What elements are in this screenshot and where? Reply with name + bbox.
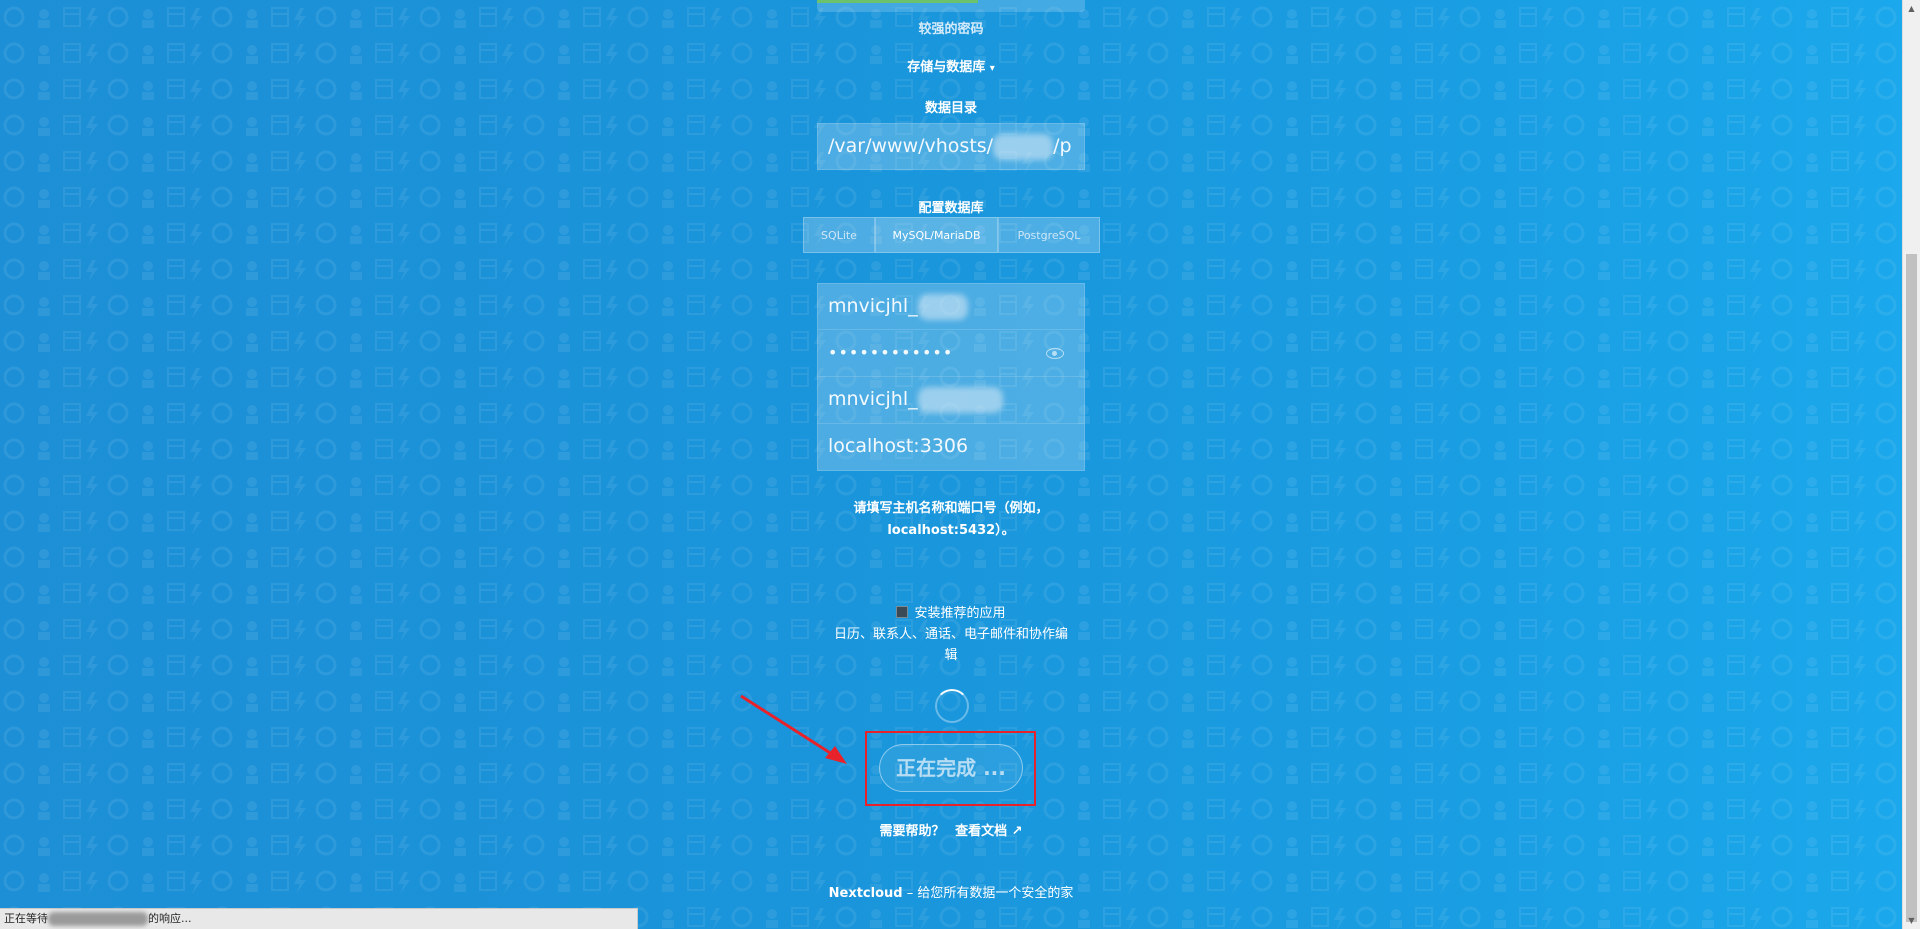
redacted-dbname-segment — [917, 386, 1003, 413]
data-directory-input[interactable]: /var/www/vhosts/ /p — [817, 123, 1085, 170]
loading-spinner-icon — [935, 689, 969, 723]
db-host-input[interactable]: localhost:3306 — [817, 424, 1085, 471]
caret-down-icon: ▾ — [989, 63, 995, 74]
show-password-icon[interactable] — [1046, 348, 1064, 359]
status-prefix: 正在等待 — [4, 912, 48, 925]
redacted-user-segment — [917, 293, 968, 320]
db-password-input[interactable]: •••••••••••• — [817, 330, 1085, 377]
recommended-apps-description: 日历、联系人、通话、电子邮件和协作编 辑 — [0, 624, 1902, 666]
scroll-down-arrow-icon[interactable]: ▼ — [1903, 912, 1920, 929]
browser-status-bar: 正在等待 的响应... — [0, 908, 638, 929]
password-strength-bar — [817, 0, 1085, 12]
redacted-path-segment — [993, 133, 1054, 160]
db-host-value: localhost:3306 — [828, 435, 969, 457]
db-password-value: •••••••••••• — [828, 343, 954, 362]
status-suffix: 的响应... — [148, 912, 192, 925]
db-option-postgresql[interactable]: PostgreSQL — [998, 217, 1100, 253]
storage-database-toggle[interactable]: 存储与数据库 ▾ — [907, 60, 995, 75]
configure-database-label: 配置数据库 — [918, 201, 984, 216]
data-directory-value-suffix: /p — [1053, 135, 1072, 157]
password-strength-fill — [817, 0, 978, 3]
db-option-sqlite[interactable]: SQLite — [803, 217, 875, 253]
db-name-input[interactable]: mnvicjhl_ — [817, 377, 1085, 424]
recommended-apps-description-line2: 辑 — [944, 648, 958, 663]
db-option-mysql-mariadb[interactable]: MySQL/MariaDB — [875, 217, 998, 253]
scrollbar-thumb[interactable] — [1906, 254, 1917, 922]
host-hint-line1: 请填写主机名称和端口号（例如， — [853, 501, 1049, 516]
data-directory-label: 数据目录 — [924, 101, 977, 116]
host-hint-line2: localhost:5432）。 — [887, 523, 1015, 538]
help-row: 需要帮助？ 查看文档 ↗ — [0, 820, 1902, 839]
recommended-apps-label: 安装推荐的应用 — [914, 606, 1006, 621]
db-user-value: mnvicjhl_ — [828, 295, 918, 317]
view-docs-link[interactable]: 查看文档 ↗ — [955, 824, 1022, 839]
storage-database-label: 存储与数据库 — [907, 60, 986, 75]
footer: Nextcloud – 给您所有数据一个安全的家 — [0, 882, 1902, 901]
database-credentials: mnvicjhl_ •••••••••••• mnvicjhl_ localho… — [817, 283, 1085, 471]
database-type-selector: SQLite MySQL/MariaDB PostgreSQL — [803, 217, 1100, 253]
recommended-apps-checkbox[interactable] — [896, 606, 909, 618]
host-hint: 请填写主机名称和端口号（例如， localhost:5432）。 — [0, 498, 1902, 542]
password-strength-label: 较强的密码 — [918, 22, 984, 37]
recommended-apps-description-line1: 日历、联系人、通话、电子邮件和协作编 — [833, 627, 1068, 642]
footer-brand-link[interactable]: Nextcloud — [829, 886, 903, 901]
scroll-up-arrow-icon[interactable]: ▲ — [1903, 0, 1920, 17]
data-directory-value-prefix: /var/www/vhosts/ — [828, 135, 994, 157]
db-name-value: mnvicjhl_ — [828, 388, 918, 410]
help-question: 需要帮助？ — [879, 824, 945, 839]
annotation-arrow-icon — [740, 694, 847, 764]
annotation-highlight-box — [865, 731, 1036, 806]
db-user-input[interactable]: mnvicjhl_ — [817, 283, 1085, 330]
footer-tagline: – 给您所有数据一个安全的家 — [906, 886, 1074, 901]
vertical-scrollbar[interactable]: ▲ ▼ — [1902, 0, 1920, 929]
redacted-host — [48, 912, 148, 926]
install-recommended-apps[interactable]: 安装推荐的应用 — [0, 602, 1902, 621]
